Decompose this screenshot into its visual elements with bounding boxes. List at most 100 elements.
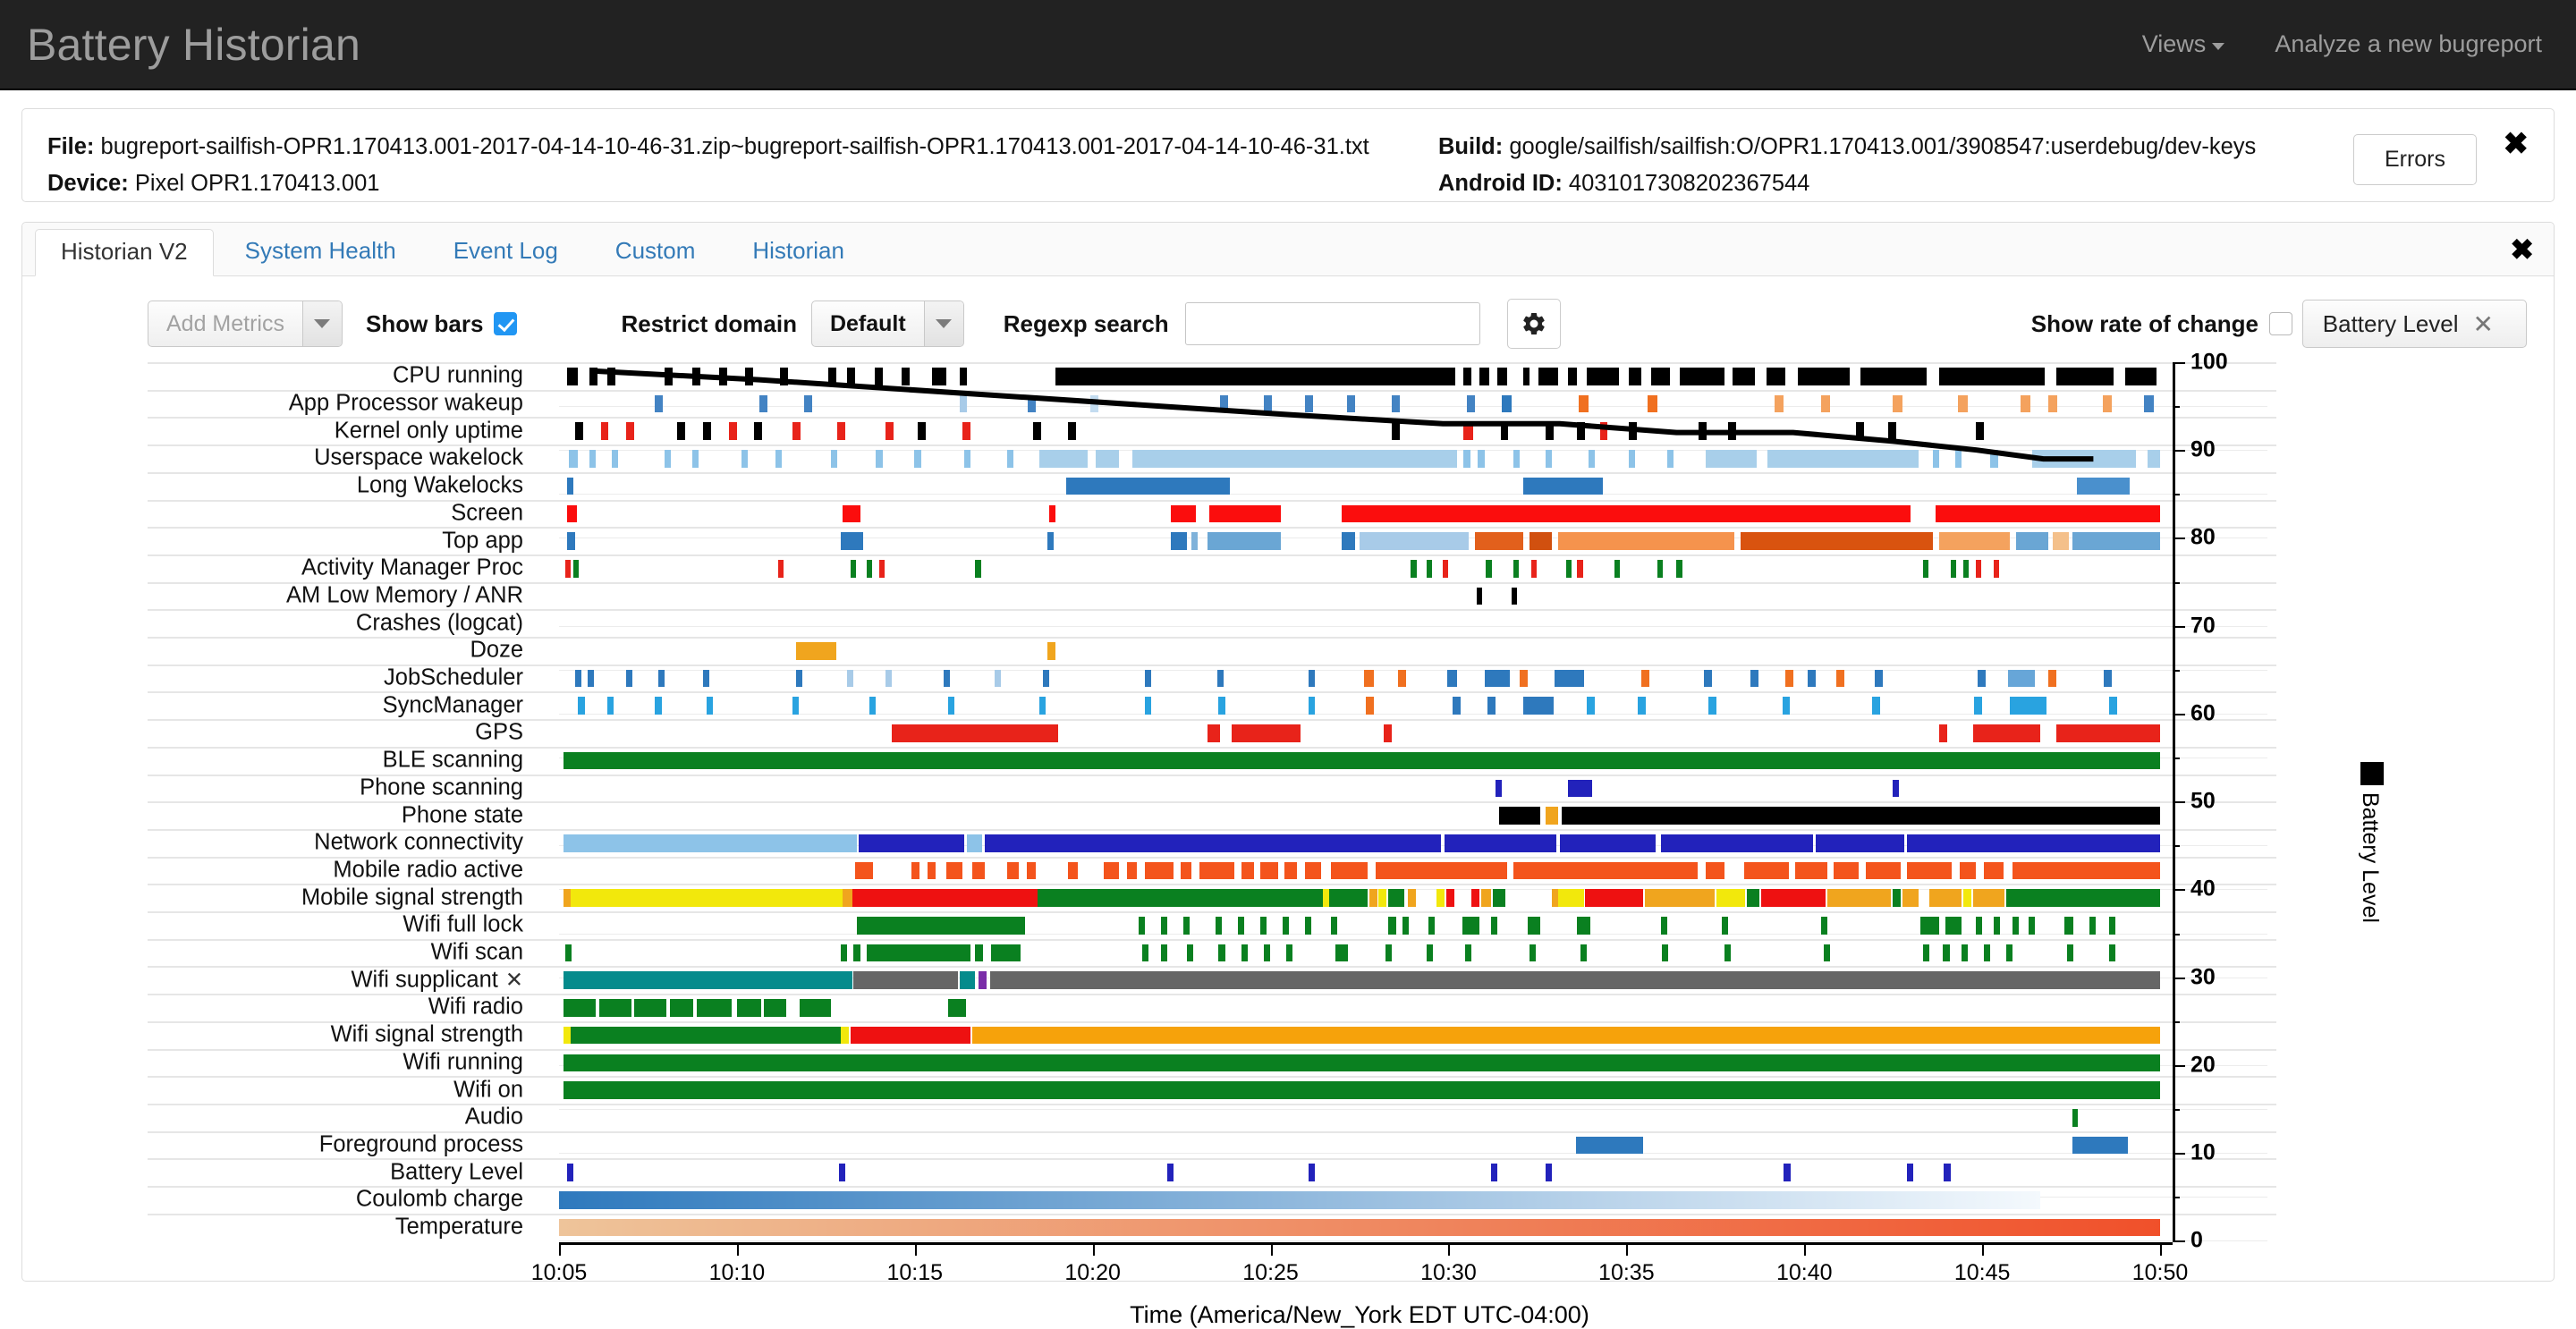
row-bars[interactable] bbox=[559, 450, 2160, 468]
restrict-domain-value: Default bbox=[829, 310, 906, 336]
regexp-search-input[interactable] bbox=[1184, 302, 1480, 345]
row-bars[interactable] bbox=[559, 971, 2160, 990]
row-bars[interactable] bbox=[559, 1054, 2160, 1072]
bar-segment bbox=[1427, 944, 1434, 962]
tab-historian[interactable]: Historian bbox=[726, 228, 870, 275]
bar-segment bbox=[1462, 917, 1480, 935]
row-bars[interactable] bbox=[559, 834, 2160, 852]
row-bars[interactable] bbox=[559, 642, 2160, 660]
bar-segment bbox=[842, 889, 852, 907]
bar-segment bbox=[1039, 697, 1046, 715]
remove-row-icon[interactable]: ✕ bbox=[505, 968, 523, 992]
analyze-new-bugreport-link[interactable]: Analyze a new bugreport bbox=[2275, 30, 2542, 58]
add-metrics-select[interactable]: Add Metrics bbox=[148, 301, 343, 347]
y-axis-tick bbox=[2173, 494, 2180, 496]
row-bars[interactable] bbox=[559, 1164, 2160, 1181]
row-bars[interactable] bbox=[559, 861, 2160, 880]
tab-system-health[interactable]: System Health bbox=[219, 228, 422, 275]
y-axis-tick-label: 30 bbox=[2190, 964, 2216, 990]
bar-segment bbox=[1648, 394, 1657, 413]
row-bars[interactable] bbox=[559, 559, 2160, 578]
row-bars[interactable] bbox=[559, 999, 2160, 1017]
bar-segment bbox=[566, 477, 574, 495]
build-label: Build: bbox=[1438, 134, 1504, 159]
row-bars[interactable] bbox=[559, 394, 2160, 413]
bar-segment bbox=[1445, 889, 1454, 907]
timeline-row: CPU running bbox=[22, 362, 2276, 390]
row-bars[interactable] bbox=[559, 1108, 2160, 1127]
restrict-domain-label: Restrict domain bbox=[621, 309, 797, 337]
row-bars[interactable] bbox=[559, 368, 2160, 385]
bar-segment bbox=[1699, 422, 1707, 441]
bar-segment bbox=[1145, 697, 1152, 715]
bar-segment bbox=[2124, 368, 2157, 385]
tab-event-log[interactable]: Event Log bbox=[428, 228, 584, 275]
android-id-row: Android ID: 4031017308202367544 bbox=[1438, 165, 2256, 202]
bar-segment bbox=[1638, 697, 1647, 715]
bar-segment bbox=[1923, 559, 1929, 578]
tab-historian-v2[interactable]: Historian V2 bbox=[35, 229, 214, 276]
bar-segment bbox=[677, 422, 686, 441]
timeline-row: Mobile signal strength bbox=[22, 884, 2276, 911]
row-bars[interactable] bbox=[559, 614, 2160, 632]
bar-segment bbox=[1820, 394, 1831, 413]
row-bars[interactable] bbox=[559, 587, 2160, 605]
bar-segment bbox=[1944, 1164, 1951, 1181]
row-bars[interactable] bbox=[559, 1136, 2160, 1155]
row-bars[interactable] bbox=[559, 669, 2160, 688]
bar-segment bbox=[850, 1026, 971, 1045]
bar-segment bbox=[1676, 559, 1682, 578]
show-bars-checkbox[interactable] bbox=[494, 312, 518, 335]
bar-segment bbox=[902, 368, 910, 385]
settings-button[interactable] bbox=[1506, 299, 1561, 349]
row-bars[interactable] bbox=[559, 724, 2160, 742]
bar-segment bbox=[917, 422, 926, 441]
bar-segment bbox=[1199, 861, 1235, 880]
row-bars[interactable] bbox=[559, 807, 2160, 825]
bar-segment bbox=[1538, 368, 1558, 385]
row-bars[interactable] bbox=[559, 1081, 2160, 1099]
timeline-row: Phone state bbox=[22, 801, 2276, 829]
row-bars[interactable] bbox=[559, 779, 2160, 798]
metric-chip-select[interactable]: Battery Level ✕ bbox=[2301, 300, 2527, 348]
row-bars[interactable] bbox=[559, 751, 2160, 770]
remove-metric-icon[interactable]: ✕ bbox=[2473, 309, 2494, 339]
bar-segment bbox=[736, 999, 761, 1017]
show-rate-of-change-checkbox[interactable] bbox=[2269, 312, 2292, 335]
row-bars[interactable] bbox=[559, 532, 2160, 550]
restrict-domain-select[interactable]: Default bbox=[810, 301, 964, 347]
tab-bar: Historian V2 System Health Event Log Custom… bbox=[22, 223, 2554, 276]
y-axis-tick bbox=[2173, 801, 2185, 804]
row-bars[interactable] bbox=[559, 1218, 2160, 1237]
bar-segment bbox=[2047, 394, 2058, 413]
row-bars[interactable] bbox=[559, 477, 2160, 495]
row-bars[interactable] bbox=[559, 697, 2160, 715]
bar-segment bbox=[1577, 917, 1590, 935]
row-bars[interactable] bbox=[559, 889, 2160, 907]
bar-segment bbox=[886, 422, 894, 441]
views-menu[interactable]: Views bbox=[2142, 30, 2225, 58]
y-axis-tick-label: 60 bbox=[2190, 700, 2216, 726]
timeline-row: Doze bbox=[22, 637, 2276, 664]
errors-button[interactable]: Errors bbox=[2352, 134, 2477, 185]
row-bars[interactable] bbox=[559, 1191, 2160, 1209]
close-icon[interactable] bbox=[2504, 129, 2529, 159]
row-bars[interactable] bbox=[559, 422, 2160, 441]
row-bars[interactable] bbox=[559, 504, 2160, 523]
bar-segment bbox=[2009, 697, 2046, 715]
row-bars[interactable] bbox=[559, 917, 2160, 935]
bar-segment bbox=[1046, 532, 1055, 550]
bar-segment bbox=[837, 422, 846, 441]
row-bars[interactable] bbox=[559, 944, 2160, 962]
close-icon[interactable] bbox=[2510, 235, 2534, 264]
bar-segment bbox=[703, 422, 712, 441]
tab-custom[interactable]: Custom bbox=[589, 228, 722, 275]
bar-segment bbox=[1614, 559, 1620, 578]
bar-segment bbox=[927, 861, 936, 880]
bar-segment bbox=[1545, 807, 1558, 825]
bar-segment bbox=[1747, 889, 1760, 907]
bar-segment bbox=[947, 999, 966, 1017]
gradient-bar bbox=[559, 1218, 2160, 1237]
row-bars[interactable] bbox=[559, 1026, 2160, 1045]
x-axis-tick-label: 10:10 bbox=[708, 1260, 766, 1286]
